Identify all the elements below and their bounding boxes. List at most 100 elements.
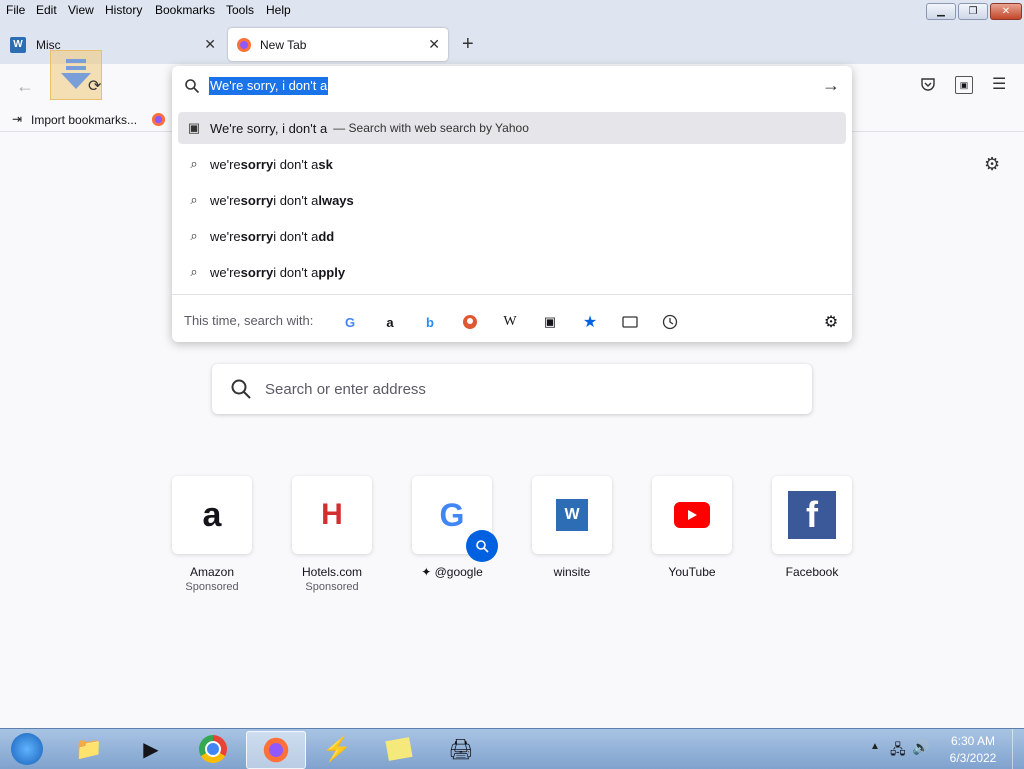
close-tab-icon[interactable]: ✕ — [204, 36, 216, 53]
top-site-title-text: @google — [434, 565, 483, 579]
firefox-icon — [263, 737, 289, 763]
search-icon: ⌕ — [190, 264, 198, 279]
hamburger-menu-icon[interactable]: ☰ — [992, 74, 1006, 94]
menu-tools[interactable]: Tools — [226, 3, 254, 17]
google-icon[interactable]: G — [338, 310, 362, 334]
suggestion-prefix: we're — [210, 228, 241, 244]
suggestion-prefix: we're — [210, 264, 241, 280]
amazon-icon: a — [202, 495, 222, 534]
duckduckgo-icon[interactable] — [458, 310, 482, 334]
bing-icon[interactable]: b — [418, 310, 442, 334]
menu-help[interactable]: Help — [266, 3, 291, 17]
google-icon: G — [439, 496, 465, 533]
suggestion-row[interactable]: ⌕ we're sorry i don't a sk — [178, 148, 846, 180]
yahoo-icon[interactable]: ▣ — [538, 310, 562, 334]
new-tab-plus-icon[interactable]: + — [462, 33, 474, 56]
import-bookmarks-link[interactable]: Import bookmarks... — [31, 113, 137, 127]
top-site-title: Facebook — [785, 565, 839, 579]
search-icon: ⌕ — [190, 228, 198, 243]
suggestion-subtext: — Search with web search by Yahoo — [333, 121, 529, 135]
top-site-youtube[interactable] — [652, 476, 732, 554]
minimize-button[interactable]: ▁ — [926, 3, 956, 20]
taskbar-firefox[interactable] — [246, 731, 306, 769]
suggestion-row[interactable]: ⌕ we're sorry i don't a lways — [178, 184, 846, 216]
suggestion-bold: pply — [318, 264, 346, 280]
tab-misc[interactable]: W Misc ✕ — [4, 28, 224, 61]
go-arrow-icon[interactable]: → — [822, 75, 840, 96]
suggestion-bold: sorry — [240, 156, 274, 172]
taskbar-app-tool[interactable]: 🖨 — [432, 731, 490, 767]
tabs-icon[interactable] — [618, 310, 642, 334]
newtab-search-box[interactable]: Search or enter address — [212, 364, 812, 414]
search-with-label: This time, search with: — [184, 313, 314, 328]
clock-date[interactable]: 6/3/2022 — [948, 751, 998, 765]
search-shortcut-badge-icon — [466, 530, 498, 562]
suggestion-mid: i don't a — [273, 264, 319, 280]
gear-icon[interactable]: ⚙ — [984, 154, 1000, 175]
suggestion-bold: sk — [318, 156, 333, 172]
divider — [172, 294, 852, 295]
suggestion-row[interactable]: ⌕ we're sorry i don't a pply — [178, 256, 846, 288]
back-arrow-icon[interactable]: ← — [16, 76, 34, 97]
yahoo-icon: ▣ — [187, 120, 201, 135]
reload-icon[interactable]: ⟳ — [88, 76, 101, 96]
taskbar-chrome[interactable] — [184, 731, 242, 767]
menu-view[interactable]: View — [68, 3, 94, 17]
facebook-icon: f — [788, 491, 836, 539]
suggestion-mid: i don't a — [273, 228, 319, 244]
volume-icon[interactable]: 🔊 — [912, 739, 929, 756]
top-site-winsite[interactable]: W — [532, 476, 612, 554]
top-site-sponsored: Sponsored — [305, 581, 359, 593]
search-icon — [230, 378, 252, 400]
taskbar: 📁 ▶ ⚡ 🖨 ▲ 🖧 🔊 6:30 AM 6/3/2022 — [0, 728, 1024, 769]
show-desktop-button[interactable] — [1012, 729, 1024, 769]
start-button[interactable] — [2, 731, 52, 767]
urlbar-input[interactable]: We're sorry, i don't a — [209, 77, 329, 95]
suggestion-row[interactable]: ⌕ we're sorry i don't a dd — [178, 220, 846, 252]
history-icon[interactable] — [658, 310, 682, 334]
search-icon — [184, 78, 200, 94]
suggestion-prefix: we're — [210, 192, 241, 208]
close-tab-icon[interactable]: ✕ — [428, 36, 440, 53]
suggestion-prefix: we're — [210, 156, 241, 172]
top-site-hotels[interactable]: H — [292, 476, 372, 554]
top-site-title: Hotels.com — [301, 565, 363, 579]
clock-time[interactable]: 6:30 AM — [950, 734, 996, 748]
maximize-button[interactable]: ❐ — [958, 3, 988, 20]
tab-new-tab[interactable]: New Tab ✕ — [228, 28, 448, 61]
close-window-button[interactable]: ✕ — [990, 3, 1022, 20]
top-site-facebook[interactable]: f — [772, 476, 852, 554]
menu-bookmarks[interactable]: Bookmarks — [155, 3, 215, 17]
tab-strip: W Misc ✕ New Tab ✕ + — [0, 20, 1024, 64]
firefox-icon[interactable] — [151, 112, 166, 127]
search-icon: ⌕ — [190, 156, 198, 171]
suggestion-row[interactable]: ▣ We're sorry, i don't a — Search with w… — [178, 112, 846, 144]
taskbar-sticky-notes[interactable] — [370, 731, 428, 767]
top-site-title: winsite — [553, 565, 591, 579]
menu-edit[interactable]: Edit — [36, 3, 57, 17]
extension-icon[interactable]: ▣ — [955, 76, 973, 94]
top-site-google[interactable]: G — [412, 476, 498, 562]
search-settings-gear-icon[interactable]: ⚙ — [819, 310, 843, 334]
top-site-amazon[interactable]: a — [172, 476, 252, 554]
bookmarks-star-icon[interactable]: ★ — [578, 310, 602, 334]
menu-file[interactable]: File — [6, 3, 25, 17]
pocket-icon[interactable] — [920, 76, 936, 92]
chrome-icon — [199, 735, 227, 763]
network-icon[interactable]: 🖧 — [890, 739, 906, 763]
app-tool-icon: 🖨 — [448, 738, 474, 761]
suggestion-bold: lways — [318, 192, 354, 208]
suggestion-bold: sorry — [240, 228, 274, 244]
suggestion-bold: dd — [318, 228, 335, 244]
taskbar-explorer[interactable]: 📁 — [60, 731, 118, 767]
wikipedia-icon[interactable]: W — [498, 310, 522, 334]
winsite-icon: W — [10, 36, 26, 53]
taskbar-app-bolt[interactable]: ⚡ — [308, 731, 366, 767]
taskbar-media-player[interactable]: ▶ — [122, 731, 180, 767]
amazon-icon[interactable]: a — [378, 310, 402, 334]
lightning-icon: ⚡ — [322, 735, 352, 763]
suggestion-mid: i don't a — [273, 192, 319, 208]
menu-history[interactable]: History — [105, 3, 142, 17]
tray-expand-icon[interactable]: ▲ — [870, 741, 880, 752]
search-icon: ⌕ — [190, 192, 198, 207]
